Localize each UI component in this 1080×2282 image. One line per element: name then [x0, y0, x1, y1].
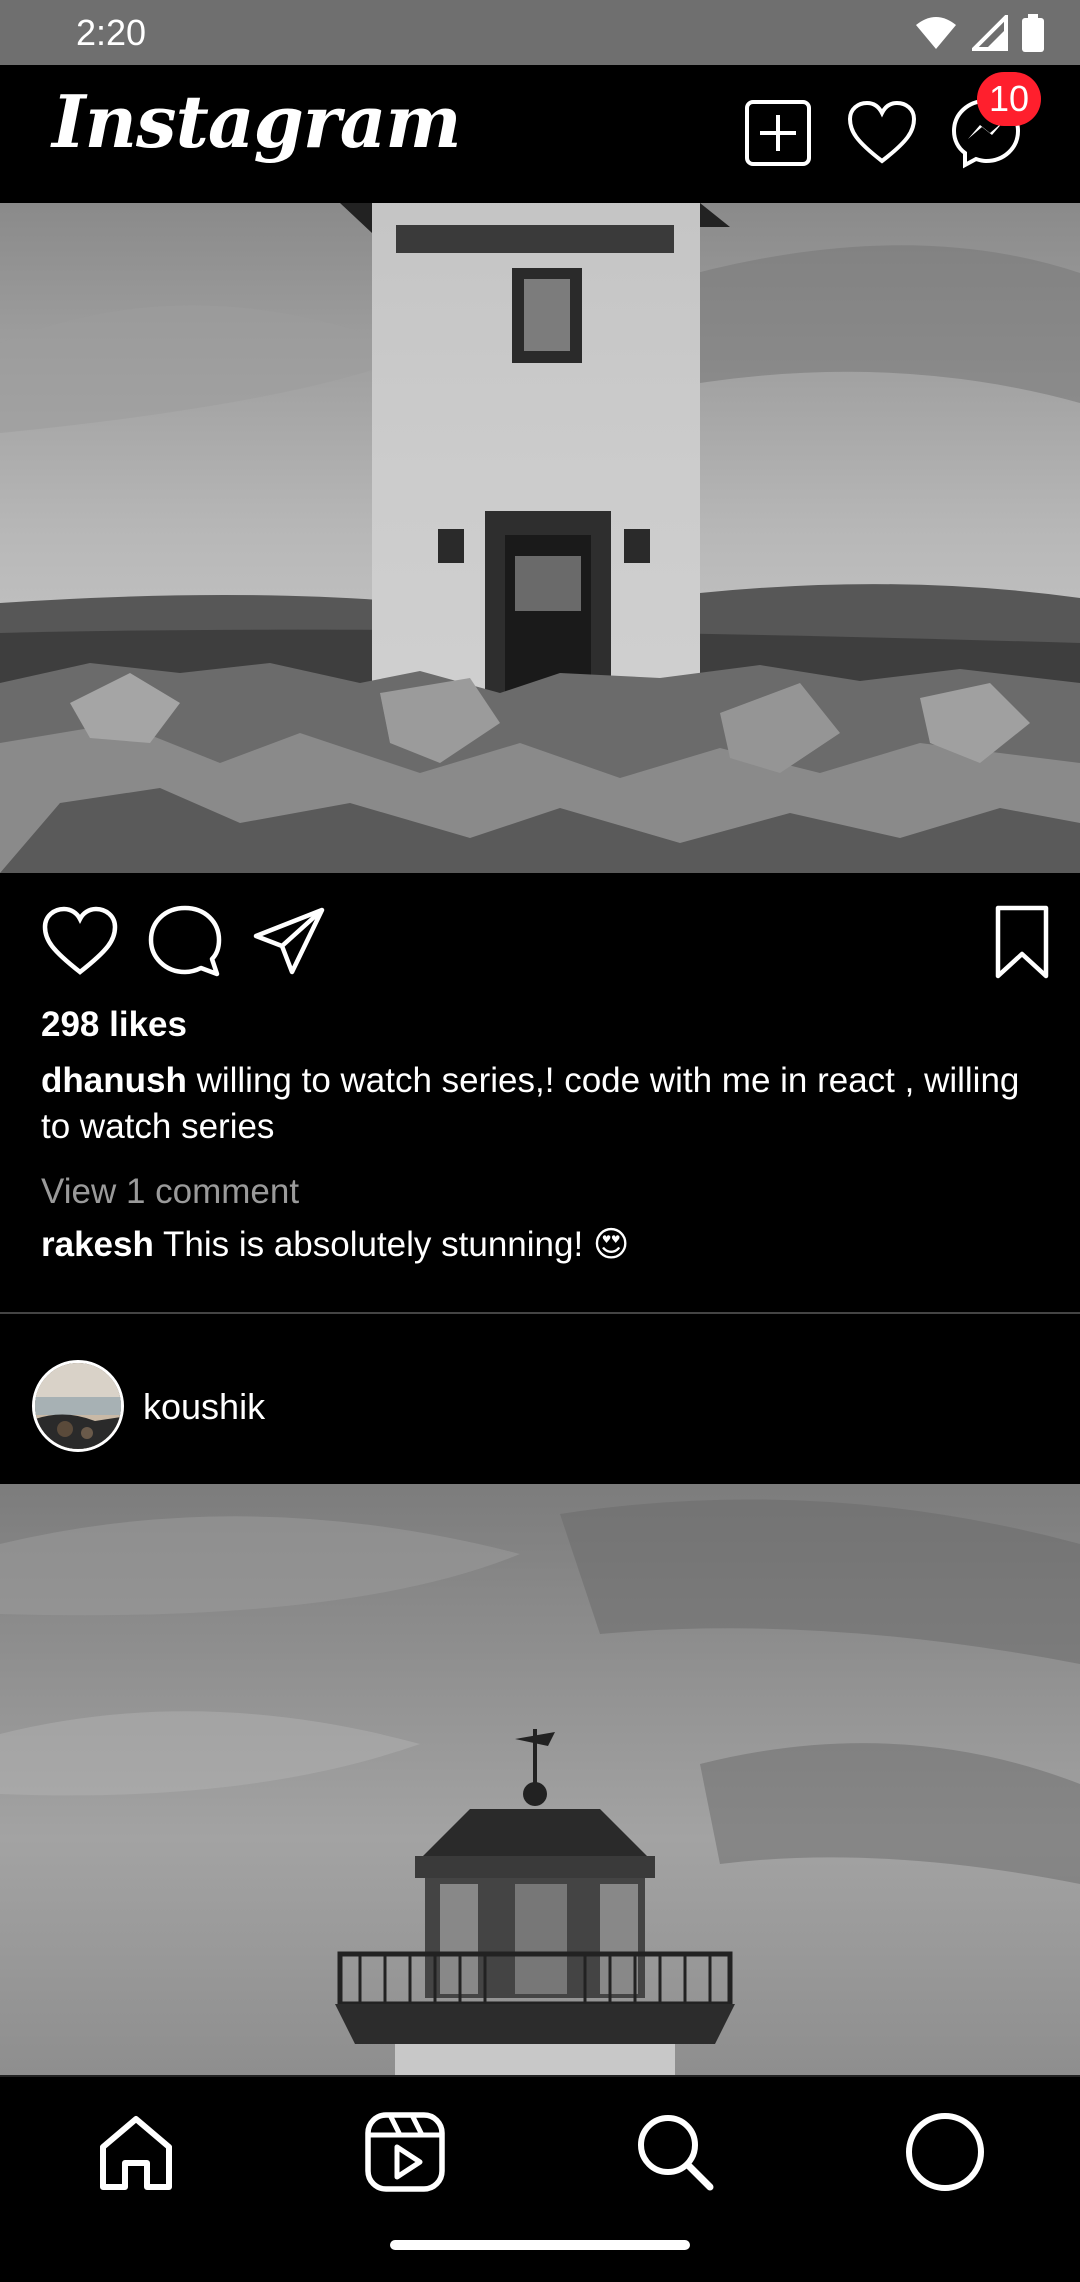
status-time: 2:20	[76, 12, 147, 53]
post-2-photo[interactable]	[0, 1484, 1080, 2075]
signal-icon	[972, 15, 1008, 51]
gesture-bar[interactable]	[390, 2240, 690, 2250]
like-icon[interactable]	[40, 902, 120, 982]
post-2-username[interactable]: koushik	[143, 1386, 265, 1428]
wifi-icon	[916, 17, 956, 49]
notification-badge: 10	[977, 72, 1041, 126]
share-icon[interactable]	[250, 902, 330, 982]
reels-icon[interactable]	[360, 2107, 450, 2197]
likes-count: 298 likes	[41, 1005, 187, 1044]
post-1-actions	[0, 902, 1080, 982]
battery-icon	[1022, 14, 1044, 52]
view-comments-link[interactable]: View 1 comment	[41, 1172, 299, 1212]
avatar[interactable]	[32, 1360, 124, 1452]
comment-author[interactable]: rakesh	[41, 1225, 154, 1264]
comment-icon[interactable]	[145, 902, 225, 982]
post-1-photo[interactable]	[0, 203, 1080, 873]
heart-icon[interactable]	[846, 97, 918, 169]
caption-text: willing to watch series,! code with me i…	[41, 1061, 1020, 1146]
status-icons	[914, 14, 1044, 52]
post-author[interactable]: dhanush	[41, 1061, 187, 1100]
add-post-icon[interactable]	[742, 97, 814, 169]
bookmark-icon[interactable]	[982, 902, 1062, 982]
home-icon[interactable]	[91, 2107, 181, 2197]
comment-text: This is absolutely stunning! 😍	[162, 1225, 630, 1264]
comment: rakesh This is absolutely stunning! 😍	[41, 1225, 629, 1265]
status-bar: 2:20	[0, 0, 1080, 65]
top-app-bar: Instagram	[0, 65, 1080, 203]
bottom-nav	[0, 2075, 1080, 2282]
search-icon[interactable]	[630, 2107, 720, 2197]
instagram-logo: Instagram	[52, 79, 462, 164]
profile-icon[interactable]	[900, 2107, 990, 2197]
post-2-header: koushik	[0, 1314, 1080, 1484]
post-caption: dhanush willing to watch series,! code w…	[41, 1058, 1021, 1150]
